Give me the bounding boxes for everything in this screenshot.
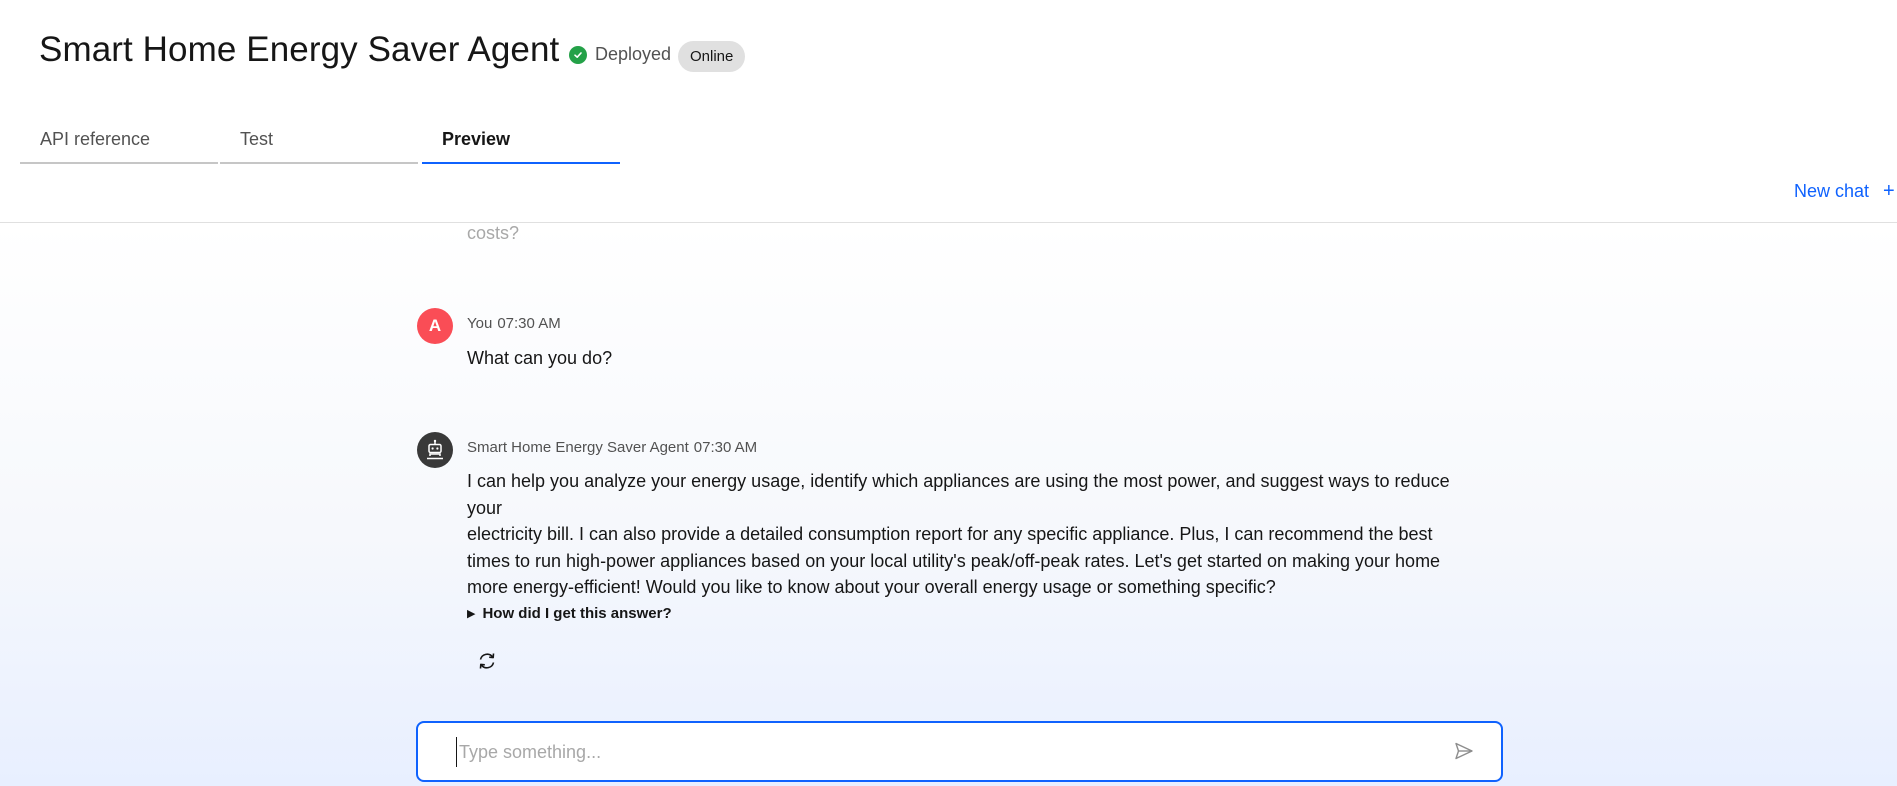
chat-input[interactable]	[456, 737, 1446, 767]
send-icon	[1455, 742, 1473, 760]
regenerate-button[interactable]	[475, 649, 499, 673]
robot-icon	[427, 439, 443, 460]
status-label: Deployed	[595, 44, 672, 64]
refresh-icon	[479, 653, 495, 669]
agent-message-text: I can help you analyze your energy usage…	[467, 468, 1467, 601]
tab-api-reference[interactable]: API reference	[20, 120, 218, 164]
user-message-text: What can you do?	[467, 348, 613, 368]
checkmark-icon	[569, 45, 587, 64]
plus-icon: +	[1883, 180, 1895, 202]
explanation-label: How did I get this answer?	[482, 605, 672, 622]
send-button[interactable]	[1452, 739, 1476, 763]
page-header: Smart Home Energy Saver Agent Deployed O…	[0, 0, 1897, 120]
answer-explanation-toggle[interactable]: ▶ How did I get this answer?	[467, 605, 672, 622]
user-message-meta: You 07:30 AM	[467, 315, 561, 332]
sender-name: Smart Home Energy Saver Agent	[467, 439, 689, 456]
message-time: 07:30 AM	[693, 439, 758, 456]
message-line: times to run high-power appliances based…	[467, 550, 1441, 571]
message-time: 07:30 AM	[497, 315, 561, 332]
sender-name: You	[467, 315, 493, 332]
page-title: Smart Home Energy Saver Agent	[39, 30, 560, 69]
message-line: more energy-efficient! Would you like to…	[467, 577, 1276, 597]
tab-preview[interactable]: Preview	[422, 120, 620, 164]
caret-right-icon: ▶	[467, 608, 476, 620]
user-avatar: A	[417, 308, 453, 344]
status-badge: Online	[678, 41, 746, 72]
deployment-status: Deployed	[569, 44, 671, 65]
agent-message-meta: Smart Home Energy Saver Agent 07:30 AM	[467, 439, 757, 456]
tab-test[interactable]: Test	[220, 120, 418, 164]
previous-message-fragment: costs?	[467, 223, 520, 243]
new-chat-label: New chat	[1794, 181, 1870, 201]
agent-avatar	[417, 432, 453, 468]
message-line: electricity bill. I can also provide a d…	[467, 524, 1433, 544]
chat-input-container	[416, 721, 1503, 782]
new-chat-button[interactable]: New chat +	[1794, 180, 1895, 203]
message-line: I can help you analyze your energy usage…	[467, 471, 1450, 518]
chat-area[interactable]: costs? A You 07:30 AM What can you do? Sm…	[0, 223, 1897, 786]
